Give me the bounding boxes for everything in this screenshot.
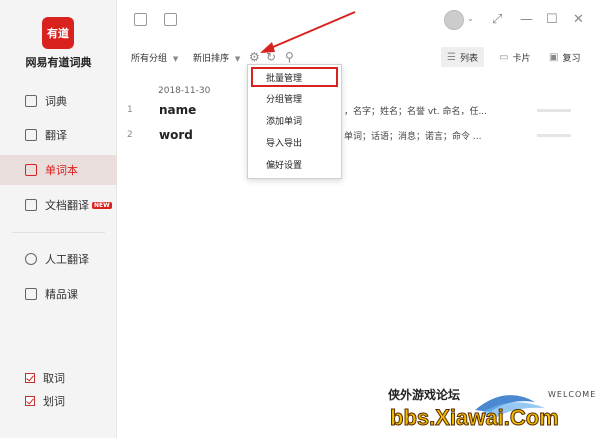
watermark-url: bbs.Xiawai.Com: [390, 405, 560, 431]
arrow-line: [265, 11, 356, 51]
watermark-title: 侠外游戏论坛: [388, 388, 461, 402]
arrow-head: [260, 42, 275, 53]
annotation-arrow: [260, 11, 356, 53]
watermark-welcome: WELCOME: [548, 390, 597, 399]
